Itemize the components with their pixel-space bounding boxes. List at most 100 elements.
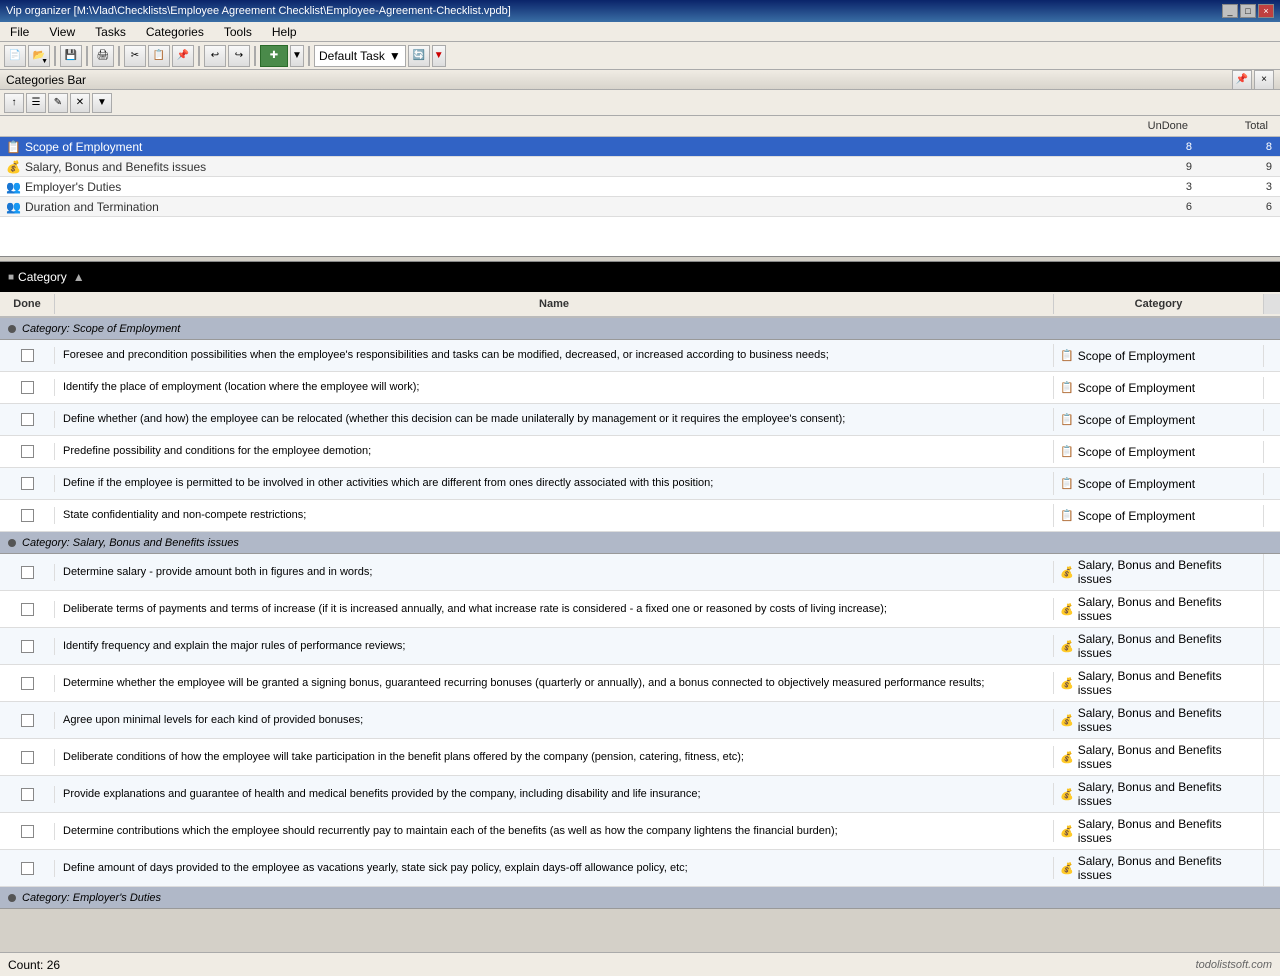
task-row: Deliberate conditions of how the employe… — [0, 739, 1280, 776]
categories-bar-label: Categories Bar — [6, 73, 86, 87]
task-category: 💰Salary, Bonus and Benefits issues — [1054, 702, 1264, 738]
cat-col-name — [0, 118, 1100, 134]
task-type-dropdown[interactable]: Default Task▼ — [314, 45, 406, 67]
menu-categories[interactable]: Categories — [140, 24, 210, 40]
cat-name: Employer's Duties — [25, 180, 121, 194]
task-name: Determine whether the employee will be g… — [55, 672, 1054, 694]
stop-button[interactable]: ▼ — [432, 45, 446, 67]
cat-bar-pin[interactable]: 📌 — [1232, 70, 1252, 90]
done-cell — [0, 411, 55, 428]
task-checkbox[interactable] — [21, 566, 34, 579]
categories-bar-toolbar: ↑ ☰ ✎ ✕ ▼ — [0, 90, 1280, 116]
add-task-button[interactable]: ✚ — [260, 45, 288, 67]
cat-toolbar-btn2[interactable]: ☰ — [26, 93, 46, 113]
task-checkbox[interactable] — [21, 677, 34, 690]
menu-help[interactable]: Help — [266, 24, 303, 40]
task-name: Define if the employee is permitted to b… — [55, 472, 1054, 494]
task-category: 📋Scope of Employment — [1054, 409, 1264, 431]
task-category: 📋Scope of Employment — [1054, 473, 1264, 495]
task-checkbox[interactable] — [21, 788, 34, 801]
task-checkbox[interactable] — [21, 477, 34, 490]
category-row[interactable]: 👥 Employer's Duties 3 3 — [0, 177, 1280, 197]
add-arrow[interactable]: ▼ — [290, 45, 304, 67]
open-button[interactable]: 📂▼ — [28, 45, 50, 67]
done-cell — [0, 507, 55, 524]
categories-bar-header: Categories Bar 📌 × — [0, 70, 1280, 90]
task-name: Determine contributions which the employ… — [55, 820, 1054, 842]
task-category: 💰Salary, Bonus and Benefits issues — [1054, 591, 1264, 627]
task-row: Define whether (and how) the employee ca… — [0, 404, 1280, 436]
task-checkbox[interactable] — [21, 445, 34, 458]
sort-header: ■ Category ▲ — [0, 262, 1280, 292]
task-name: Identify the place of employment (locati… — [55, 376, 1054, 398]
task-checkbox[interactable] — [21, 640, 34, 653]
count-label: Count: 26 — [8, 958, 60, 972]
task-checkbox[interactable] — [21, 349, 34, 362]
menu-view[interactable]: View — [43, 24, 81, 40]
category-group-header: Category: Employer's Duties — [0, 887, 1280, 909]
task-checkbox[interactable] — [21, 413, 34, 426]
categories-list: 📋 Scope of Employment 8 8 💰 Salary, Bonu… — [0, 137, 1280, 217]
new-button[interactable]: 📄 — [4, 45, 26, 67]
task-checkbox[interactable] — [21, 825, 34, 838]
save-button[interactable]: 💾 — [60, 45, 82, 67]
print-button[interactable]: 🖨 — [92, 45, 114, 67]
task-checkbox[interactable] — [21, 862, 34, 875]
th-done: Done — [0, 294, 55, 314]
sort-header-label: Category — [18, 270, 67, 284]
category-row[interactable]: 💰 Salary, Bonus and Benefits issues 9 9 — [0, 157, 1280, 177]
refresh-button[interactable]: 🔄 — [408, 45, 430, 67]
separator-5 — [254, 46, 256, 66]
task-checkbox[interactable] — [21, 381, 34, 394]
undo-button[interactable]: ↩ — [204, 45, 226, 67]
task-category: 💰Salary, Bonus and Benefits issues — [1054, 850, 1264, 886]
task-row: Determine whether the employee will be g… — [0, 665, 1280, 702]
task-name: Identify frequency and explain the major… — [55, 635, 1054, 657]
task-category: 💰Salary, Bonus and Benefits issues — [1054, 776, 1264, 812]
cat-toolbar-btn4[interactable]: ✕ — [70, 93, 90, 113]
paste-button[interactable]: 📌 — [172, 45, 194, 67]
cat-name: Duration and Termination — [25, 200, 159, 214]
close-button[interactable]: × — [1258, 4, 1274, 18]
cat-name: Salary, Bonus and Benefits issues — [25, 160, 206, 174]
categories-section: UnDone Total 📋 Scope of Employment 8 8 💰… — [0, 116, 1280, 256]
menu-file[interactable]: File — [4, 24, 35, 40]
cat-bar-close[interactable]: × — [1254, 70, 1274, 90]
category-row[interactable]: 📋 Scope of Employment 8 8 — [0, 137, 1280, 157]
cat-toolbar-btn3[interactable]: ✎ — [48, 93, 68, 113]
count-bar: Count: 26 todolistsoft.com — [0, 952, 1280, 976]
task-row: Define amount of days provided to the em… — [0, 850, 1280, 887]
category-row[interactable]: 👥 Duration and Termination 6 6 — [0, 197, 1280, 217]
task-category: 📋Scope of Employment — [1054, 377, 1264, 399]
done-cell — [0, 443, 55, 460]
done-cell — [0, 823, 55, 840]
separator-2 — [86, 46, 88, 66]
maximize-button[interactable]: □ — [1240, 4, 1256, 18]
minimize-button[interactable]: _ — [1222, 4, 1238, 18]
task-checkbox[interactable] — [21, 509, 34, 522]
cat-col-undone: UnDone — [1100, 118, 1200, 134]
separator-6 — [308, 46, 310, 66]
task-row: Deliberate terms of payments and terms o… — [0, 591, 1280, 628]
task-name: Deliberate conditions of how the employe… — [55, 746, 1054, 768]
task-category: 💰Salary, Bonus and Benefits issues — [1054, 628, 1264, 664]
task-checkbox[interactable] — [21, 751, 34, 764]
task-name: Provide explanations and guarantee of he… — [55, 783, 1054, 805]
separator-1 — [54, 46, 56, 66]
task-name: State confidentiality and non-compete re… — [55, 504, 1054, 526]
menu-tasks[interactable]: Tasks — [89, 24, 132, 40]
task-checkbox[interactable] — [21, 603, 34, 616]
copy-button[interactable]: 📋 — [148, 45, 170, 67]
th-category: Category — [1054, 294, 1264, 314]
menu-tools[interactable]: Tools — [218, 24, 258, 40]
task-checkbox[interactable] — [21, 714, 34, 727]
task-table-header: Done Name Category — [0, 292, 1280, 318]
cat-toolbar-btn5[interactable]: ▼ — [92, 93, 112, 113]
separator-3 — [118, 46, 120, 66]
done-cell — [0, 379, 55, 396]
cut-button[interactable]: ✂ — [124, 45, 146, 67]
task-name: Deliberate terms of payments and terms o… — [55, 598, 1054, 620]
done-cell — [0, 712, 55, 729]
redo-button[interactable]: ↪ — [228, 45, 250, 67]
cat-toolbar-btn1[interactable]: ↑ — [4, 93, 24, 113]
